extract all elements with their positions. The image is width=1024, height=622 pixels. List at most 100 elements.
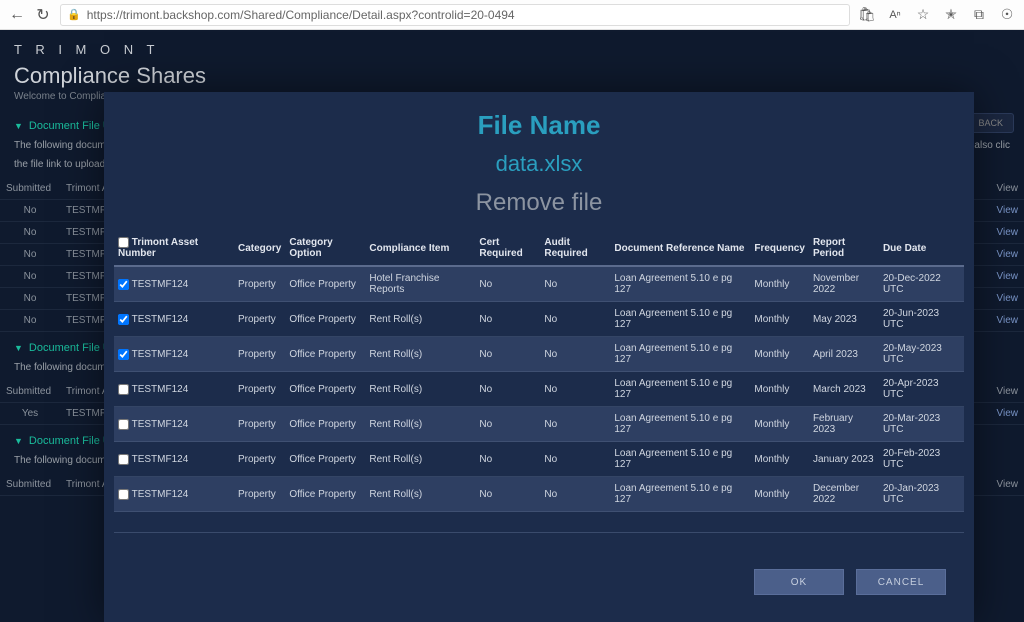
cell-item: Rent Roll(s) (365, 337, 475, 372)
back-button[interactable]: BACK (967, 113, 1014, 133)
url-text: https://trimont.backshop.com/Shared/Comp… (87, 8, 515, 22)
cell-asset: TESTMF124 (132, 489, 189, 500)
cell-freq: Monthly (750, 372, 809, 407)
cell-due: 20-Mar-2023 UTC (879, 407, 964, 442)
cell-audit: No (540, 477, 610, 512)
row-checkbox[interactable] (118, 454, 129, 465)
cell-category: Property (234, 302, 285, 337)
view-link[interactable]: View (997, 205, 1019, 216)
view-link[interactable]: View (997, 293, 1019, 304)
section-header-label: Document File U (29, 342, 111, 354)
table-row: TESTMF124PropertyOffice PropertyRent Rol… (114, 407, 964, 442)
cell-category: Property (234, 266, 285, 302)
view-link[interactable]: View (997, 249, 1019, 260)
ok-button[interactable]: OK (754, 569, 844, 595)
cell-cert: No (475, 266, 540, 302)
cell-period: November 2022 (809, 266, 879, 302)
cell-option: Office Property (285, 372, 365, 407)
collections-icon[interactable]: ⧉ (970, 6, 988, 24)
cell-option: Office Property (285, 442, 365, 477)
cell-option: Office Property (285, 407, 365, 442)
modal-remove-link[interactable]: Remove file (104, 177, 974, 231)
row-checkbox[interactable] (118, 279, 129, 290)
text-size-icon[interactable]: Aⁿ (886, 6, 904, 24)
view-link[interactable]: View (997, 315, 1019, 326)
lock-icon: 🔒 (67, 8, 81, 21)
cell-docref: Loan Agreement 5.10 e pg 127 (610, 442, 750, 477)
cell-item: Rent Roll(s) (365, 477, 475, 512)
section-header-label: Document File U (29, 120, 111, 132)
table-row: TESTMF124PropertyOffice PropertyRent Rol… (114, 302, 964, 337)
bg-th-submitted: Submitted (0, 178, 60, 200)
file-modal: File Name data.xlsx Remove file Trimont … (104, 92, 974, 622)
back-icon[interactable]: ← (8, 6, 26, 24)
view-link[interactable]: View (997, 408, 1019, 419)
cell-period: February 2023 (809, 407, 879, 442)
view-link[interactable]: View (997, 271, 1019, 282)
cell-period: January 2023 (809, 442, 879, 477)
cell-category: Property (234, 372, 285, 407)
cell-freq: Monthly (750, 442, 809, 477)
cell-due: 20-Dec-2022 UTC (879, 266, 964, 302)
row-checkbox[interactable] (118, 384, 129, 395)
cell-submitted: No (0, 222, 60, 244)
address-bar[interactable]: 🔒 https://trimont.backshop.com/Shared/Co… (60, 4, 850, 26)
cell-asset: TESTMF124 (132, 419, 189, 430)
refresh-icon[interactable]: ↻ (34, 6, 52, 24)
cell-docref: Loan Agreement 5.10 e pg 127 (610, 302, 750, 337)
modal-actions: OK CANCEL (114, 532, 964, 595)
shopping-icon[interactable]: 🛍 (858, 6, 876, 24)
cell-period: May 2023 (809, 302, 879, 337)
cell-option: Office Property (285, 266, 365, 302)
cell-category: Property (234, 337, 285, 372)
cell-asset: TESTMF124 (132, 279, 189, 290)
cell-docref: Loan Agreement 5.10 e pg 127 (610, 407, 750, 442)
extension-icon[interactable]: ☉ (998, 6, 1016, 24)
cell-submitted: No (0, 288, 60, 310)
cell-docref: Loan Agreement 5.10 e pg 127 (610, 337, 750, 372)
th-audit: Audit Required (540, 231, 610, 266)
cell-asset: TESTMF124 (132, 384, 189, 395)
cell-period: March 2023 (809, 372, 879, 407)
cell-item: Hotel Franchise Reports (365, 266, 475, 302)
modal-title: File Name (104, 92, 974, 141)
cell-asset: TESTMF124 (132, 314, 189, 325)
cell-submitted: No (0, 200, 60, 222)
page-body: T R I M O N T Compliance Shares Welcome … (0, 30, 1024, 622)
browser-right-icons: 🛍 Aⁿ ☆ ✭ ⧉ ☉ (858, 6, 1016, 24)
cell-item: Rent Roll(s) (365, 442, 475, 477)
cell-cert: No (475, 337, 540, 372)
cell-cert: No (475, 477, 540, 512)
row-checkbox[interactable] (118, 349, 129, 360)
section-header-label: Document File U (29, 435, 111, 447)
th-period: Report Period (809, 231, 879, 266)
cell-category: Property (234, 442, 285, 477)
row-checkbox[interactable] (118, 489, 129, 500)
cell-item: Rent Roll(s) (365, 302, 475, 337)
cell-submitted: No (0, 266, 60, 288)
cell-period: December 2022 (809, 477, 879, 512)
cell-freq: Monthly (750, 302, 809, 337)
caret-down-icon: ▼ (14, 343, 23, 353)
favorites-icon[interactable]: ✭ (942, 6, 960, 24)
row-checkbox[interactable] (118, 419, 129, 430)
cell-category: Property (234, 477, 285, 512)
page-title: Compliance Shares (0, 61, 1024, 89)
view-link[interactable]: View (997, 227, 1019, 238)
th-cert: Cert Required (475, 231, 540, 266)
cancel-button[interactable]: CANCEL (856, 569, 946, 595)
star-icon[interactable]: ☆ (914, 6, 932, 24)
cell-period: April 2023 (809, 337, 879, 372)
row-checkbox[interactable] (118, 314, 129, 325)
cell-freq: Monthly (750, 337, 809, 372)
modal-filename[interactable]: data.xlsx (104, 141, 974, 177)
cell-cert: No (475, 442, 540, 477)
th-asset: Trimont Asset Number (118, 237, 198, 259)
cell-docref: Loan Agreement 5.10 e pg 127 (610, 372, 750, 407)
table-row: TESTMF124 PropertyOffice PropertyHotel Fr… (114, 266, 964, 302)
select-all-checkbox[interactable] (118, 237, 129, 248)
cell-freq: Monthly (750, 407, 809, 442)
cell-docref: Loan Agreement 5.10 e pg 127 (610, 266, 750, 302)
cell-docref: Loan Agreement 5.10 e pg 127 (610, 477, 750, 512)
cell-audit: No (540, 442, 610, 477)
